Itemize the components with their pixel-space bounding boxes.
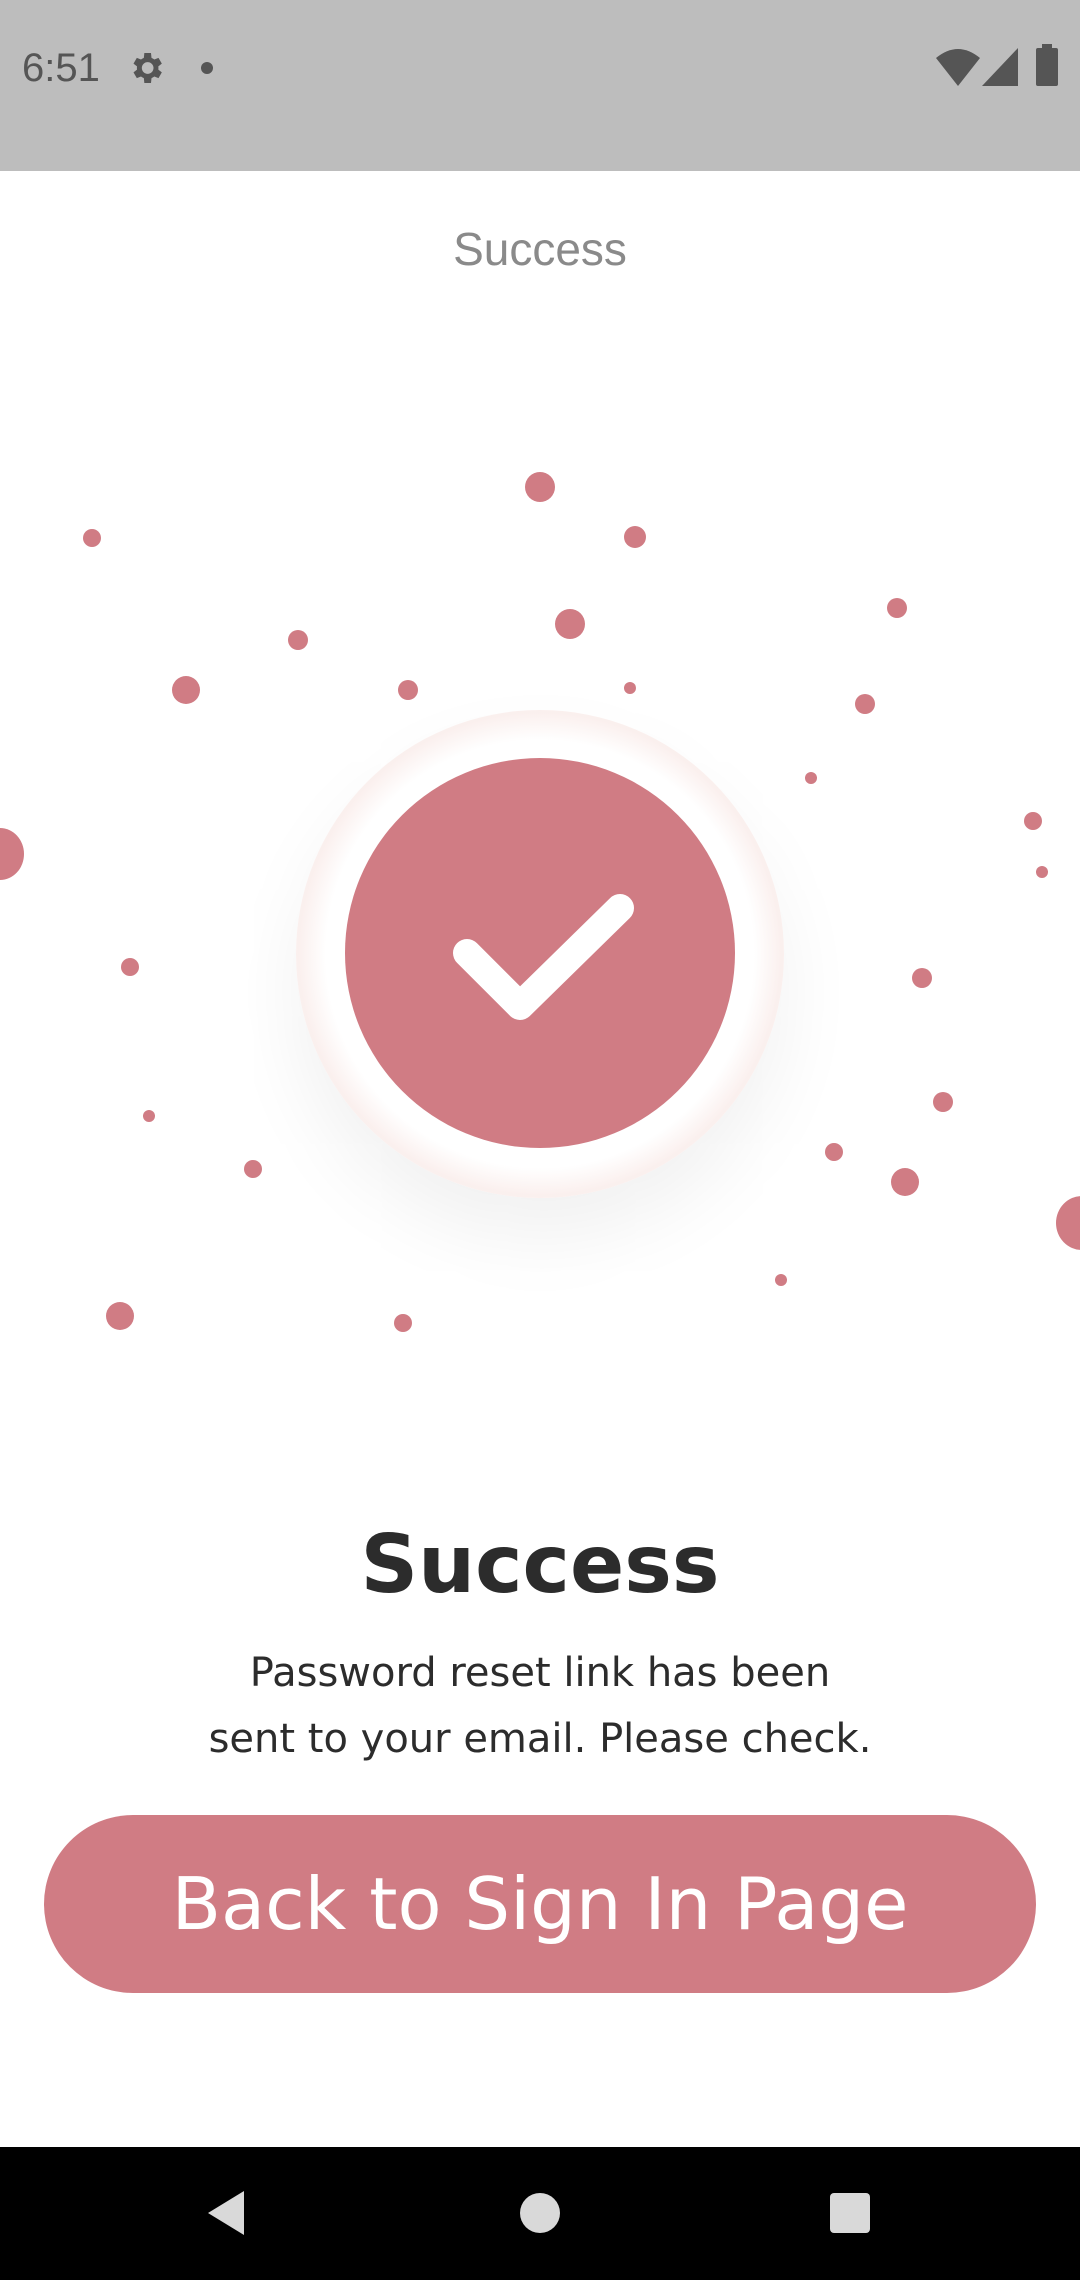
check-circle: [345, 758, 735, 1148]
confetti-dot: [244, 1160, 262, 1178]
confetti-dot: [1036, 866, 1048, 878]
confetti-dot: [624, 682, 636, 694]
navigation-bar: [0, 2147, 1080, 2280]
confetti-dot: [398, 680, 418, 700]
confetti-dot: [172, 676, 200, 704]
gear-icon: [133, 53, 162, 83]
success-heading: Success: [360, 1518, 720, 1611]
confetti-dot: [288, 630, 308, 650]
confetti-dot: [912, 968, 932, 988]
back-icon[interactable]: [204, 2189, 248, 2237]
confetti-dot: [825, 1143, 843, 1161]
confetti-dot: [887, 598, 907, 618]
confetti-dot: [121, 958, 139, 976]
confetti-dot: [1056, 1196, 1080, 1250]
page-title: Success: [453, 223, 627, 275]
status-time: 6:51: [22, 46, 100, 90]
home-icon[interactable]: [518, 2191, 562, 2235]
notification-dot-icon: [201, 62, 213, 74]
confetti-dot: [855, 694, 875, 714]
success-illustration: [0, 430, 1080, 1370]
signal-icon: [982, 48, 1018, 86]
confetti-dot: [143, 1110, 155, 1122]
confetti-dot: [805, 772, 817, 784]
confetti-dot: [555, 609, 585, 639]
confetti-dot: [394, 1314, 412, 1332]
confetti-dot: [83, 529, 101, 547]
confetti-dot: [775, 1274, 787, 1286]
confetti-dot: [525, 472, 555, 502]
confetti-dot: [891, 1168, 919, 1196]
confetti-dot: [1024, 812, 1042, 830]
wifi-icon: [936, 49, 980, 86]
success-message-line: sent to your email. Please check.: [208, 1716, 872, 1762]
confetti-dot: [0, 828, 24, 880]
success-screen: 6:51 Success Success Password reset link…: [0, 0, 1080, 2280]
success-message-line: Password reset link has been: [249, 1650, 831, 1696]
check-icon: [453, 894, 634, 1020]
success-message: Password reset link has been sent to you…: [140, 1640, 940, 1772]
recents-icon[interactable]: [828, 2191, 872, 2235]
confetti-dot: [624, 526, 646, 548]
confetti-dot: [933, 1092, 953, 1112]
confetti-dot: [106, 1302, 134, 1330]
battery-icon: [1036, 44, 1058, 86]
status-bar: 6:51: [0, 0, 1080, 171]
back-to-sign-in-button[interactable]: Back to Sign In Page: [44, 1815, 1036, 1993]
